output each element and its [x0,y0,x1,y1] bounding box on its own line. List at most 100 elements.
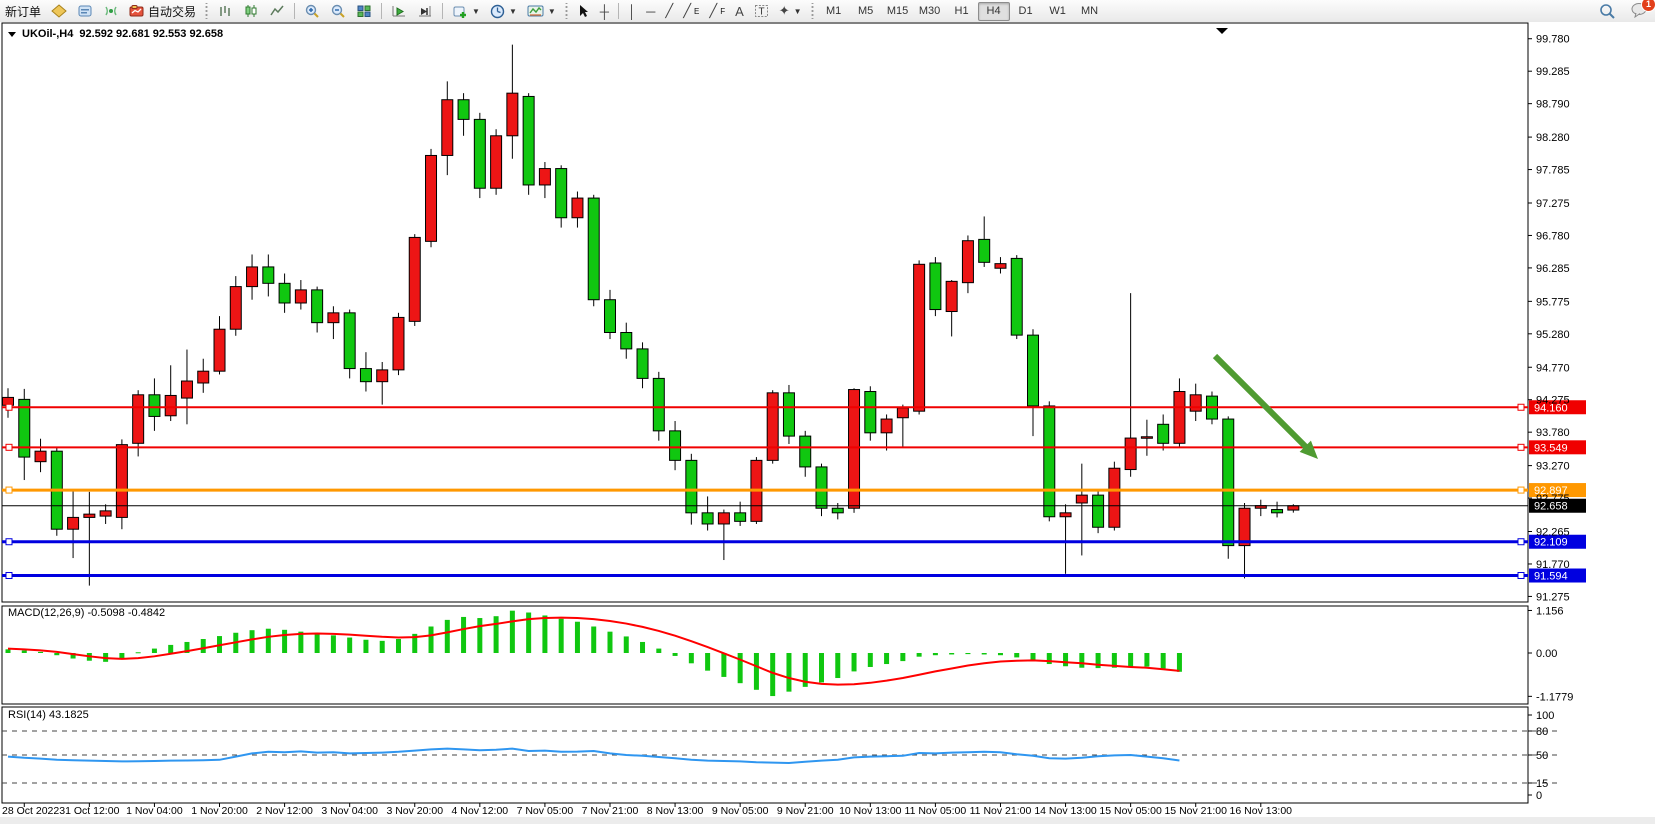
macd-histogram-bar [900,653,905,661]
timeframe-button-w1[interactable]: W1 [1042,2,1074,21]
line-handle[interactable] [6,487,12,493]
rsi-tick-label: 100 [1536,710,1554,722]
chart-collapse-icon[interactable] [8,32,16,37]
macd-pane[interactable] [2,606,1528,704]
arrows-tool[interactable]: ✦ ▼ [774,1,807,21]
timeframe-button-d1[interactable]: D1 [1010,2,1042,21]
timeframe-button-h1[interactable]: H1 [946,2,978,21]
price-tick-label: 96.285 [1536,263,1570,275]
timeframe-button-m30[interactable]: M30 [914,2,946,21]
text-label-tool[interactable]: T [749,1,774,21]
price-tick-label: 98.790 [1536,99,1570,111]
timeframe-button-mn[interactable]: MN [1074,2,1106,21]
chart-canvas[interactable]: 94.16093.54992.89792.65892.10991.59499.7… [0,22,1655,824]
line-handle[interactable] [1518,539,1524,545]
candlestick [686,460,697,512]
candlestick [816,467,827,508]
line-handle[interactable] [1518,444,1524,450]
macd-histogram-bar [1079,653,1084,668]
signals-icon[interactable] [98,1,124,21]
order-book-icon[interactable] [46,1,72,21]
chevron-down-icon: ▼ [509,7,517,16]
chart-shift-button[interactable] [412,1,438,21]
macd-histogram-bar [705,653,710,671]
macd-histogram-bar [998,653,1003,655]
channel-tool[interactable]: ╱E [678,1,704,21]
price-tick-label: 97.785 [1536,165,1570,177]
timeframe-button-m15[interactable]: M15 [882,2,914,21]
price-tick-label: 92.775 [1536,493,1570,505]
candlestick [312,290,323,323]
candlestick [344,313,355,369]
macd-indicator-label: MACD(12,26,9) -0.5098 -0.4842 [8,607,165,619]
line-handle[interactable] [6,444,12,450]
zoom-in-button[interactable] [299,1,325,21]
macd-histogram-bar [429,627,434,653]
bar-chart-mode-button[interactable] [212,1,238,21]
price-tag-value: 92.109 [1534,537,1568,549]
cursor-tool-button[interactable] [572,1,595,21]
macd-histogram-bar [933,653,938,655]
timeframe-button-m1[interactable]: M1 [818,2,850,21]
candlestick [279,283,290,303]
price-tick-label: 98.280 [1536,132,1570,144]
candlestick [393,317,404,369]
line-handle[interactable] [6,573,12,579]
channel-sub-label: E [694,7,699,16]
line-chart-mode-button[interactable] [264,1,290,21]
macd-values: -0.5098 -0.4842 [87,607,165,619]
text-tool[interactable]: A [730,1,749,21]
horizontal-line-tool[interactable]: ─ [641,1,660,21]
line-handle[interactable] [1518,487,1524,493]
candlestick [1011,258,1022,335]
candlestick-mode-button[interactable] [238,1,264,21]
candlestick [442,100,453,156]
macd-histogram-bar [396,639,401,653]
timeframe-button-m5[interactable]: M5 [850,2,882,21]
time-tick-label: 7 Nov 05:00 [517,805,574,817]
trendline-tool[interactable]: ╱ [660,1,678,21]
time-tick-label: 11 Nov 05:00 [905,805,967,817]
macd-histogram-bar [136,652,141,653]
time-tick-label: 3 Nov 04:00 [321,805,378,817]
tile-windows-button[interactable] [351,1,377,21]
time-tick-label: 7 Nov 21:00 [582,805,639,817]
candlestick [1125,438,1136,469]
price-tag-value: 91.594 [1534,571,1568,583]
period-clock-button[interactable]: ▼ [485,1,522,21]
toolbar-grip [564,3,569,19]
market-depth-icon[interactable] [72,1,98,21]
time-tick-label: 8 Nov 13:00 [647,805,704,817]
candlestick [1158,424,1169,443]
line-handle[interactable] [6,539,12,545]
crosshair-tool-button[interactable]: ┼ [595,1,614,21]
candlestick [68,517,79,529]
macd-histogram-bar [689,653,694,663]
macd-histogram-bar [673,653,678,656]
fibonacci-tool[interactable]: ╱F [704,1,730,21]
add-indicator-button[interactable]: ▼ [447,1,485,21]
auto-scroll-button[interactable] [386,1,412,21]
line-handle[interactable] [1518,404,1524,410]
macd-histogram-bar [1031,653,1036,660]
template-button[interactable]: ▼ [522,1,561,21]
time-tick-label: 3 Nov 20:00 [386,805,443,817]
timeframe-button-h4[interactable]: H4 [978,2,1010,21]
time-tick-label: 4 Nov 12:00 [452,805,509,817]
vertical-line-tool[interactable]: │ [623,1,641,21]
search-button[interactable] [1594,1,1621,21]
candlestick [1272,510,1283,513]
autotrading-button[interactable]: 自动交易 [124,1,201,21]
candlestick [881,419,892,433]
macd-histogram-bar [119,653,124,659]
price-tick-label: 99.285 [1536,66,1570,78]
line-handle[interactable] [6,404,12,410]
line-handle[interactable] [1518,573,1524,579]
macd-histogram-bar [770,653,775,696]
symbol-period-label: UKOil-,H4 [22,28,73,40]
new-order-button[interactable]: 新订单 [0,1,46,21]
notifications-button[interactable]: 1 [1631,2,1649,21]
macd-histogram-bar [852,653,857,671]
candlestick [247,267,258,287]
zoom-out-button[interactable] [325,1,351,21]
